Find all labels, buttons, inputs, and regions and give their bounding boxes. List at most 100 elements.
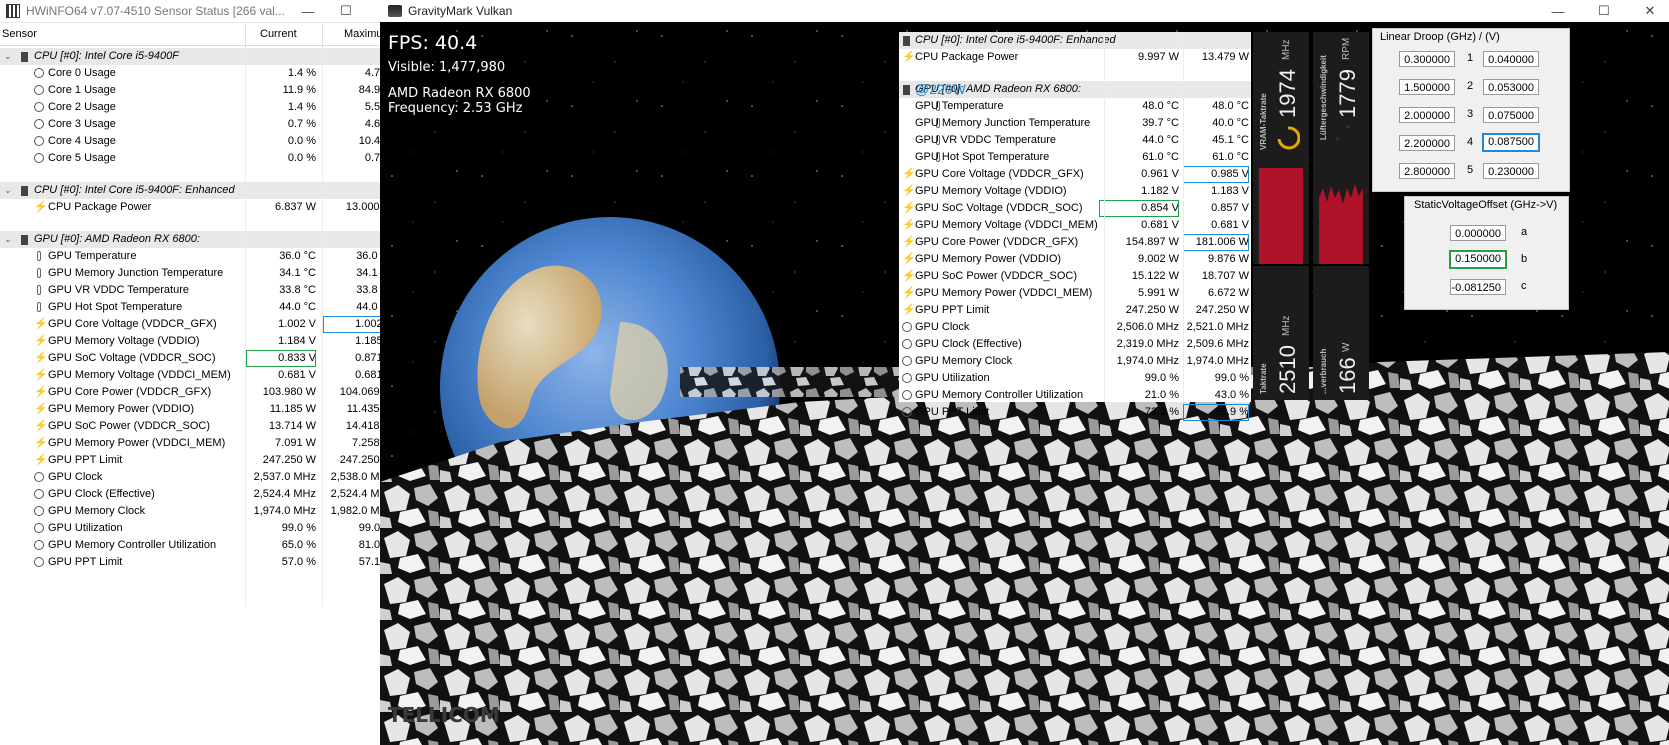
droop-voltage-input[interactable]: 0.087500 [1482,133,1540,152]
sensor-label: GPU Core Power (VDDCR_GFX) [915,236,1079,248]
clock-sensor-icon [34,136,44,146]
sensor-row[interactable]: GPU PPT Limit 73.2 % 88.9 % [899,404,1251,421]
clock-gauge-value: 2510 [1275,345,1300,394]
sensor-row[interactable]: ⚡ GPU PPT Limit 247.250 W 247.250 W [899,302,1251,319]
minimize-icon[interactable]: — [1539,4,1577,19]
chip-icon [903,85,910,95]
minimize-icon[interactable]: — [289,4,327,19]
sensor-row[interactable]: GPU Memory Junction Temperature 39.7 °C 40… [899,115,1251,132]
sensor-row[interactable]: GPU Clock (Effective) 2,319.0 MHz 2,509.6 … [899,336,1251,353]
expand-toggle-icon[interactable]: ⌄ [4,231,12,248]
sensor-row[interactable]: ⚡ GPU Memory Voltage (VDDIO) 1.184 V 1.185 … [0,333,403,350]
droop-ghz-input[interactable]: 2.800000 [1399,163,1455,179]
maximum-value: 48.0 °C [1212,100,1249,112]
offset-input[interactable]: 0.150000 [1449,250,1507,269]
sensor-row[interactable]: GPU Memory Controller Utilization 21.0 % 4… [899,387,1251,404]
sensor-row[interactable]: Core 4 Usage 0.0 % 10.4 % [0,133,403,150]
sensor-row[interactable]: ⚡ GPU Memory Power (VDDCI_MEM) 7.091 W 7.25… [0,435,403,452]
sensor-group-header[interactable]: ⌄ CPU [#0]: Intel Core i5-9400F [0,48,403,65]
sensor-row[interactable]: Core 2 Usage 1.4 % 5.5 % [0,99,403,116]
clock-sensor-icon [34,472,44,482]
sensor-row[interactable]: ⚡ GPU Memory Power (VDDIO) 11.185 W 11.435 … [0,401,403,418]
sensor-row[interactable]: GPU Hot Spot Temperature 61.0 °C 61.0 °C [899,149,1251,166]
sensor-row[interactable]: ⚡ GPU Core Voltage (VDDCR_GFX) 0.961 V 0.98… [899,166,1251,183]
sensor-row[interactable]: ⚡ GPU Memory Voltage (VDDIO) 1.182 V 1.183 … [899,183,1251,200]
sensor-row[interactable]: ⚡ GPU Memory Voltage (VDDCI_MEM) 0.681 V 0.… [0,367,403,384]
sensor-row[interactable]: Core 1 Usage 11.9 % 84.9 % [0,82,403,99]
sensor-group-header[interactable]: GPU [#0]: AMD Radeon RX 6800: @220W [899,81,1251,98]
droop-voltage-input[interactable]: 0.040000 [1483,51,1539,67]
sensor-row[interactable]: GPU Temperature 36.0 °C 36.0 °C [0,248,403,265]
sensor-label: GPU Memory Power (VDDIO) [915,253,1062,265]
col-current[interactable]: Current [260,28,297,40]
sensor-row[interactable]: ⚡ GPU SoC Power (VDDCR_SOC) 13.714 W 14.418… [0,418,403,435]
droop-ghz-input[interactable]: 1.500000 [1399,79,1455,95]
sensor-label: GPU Utilization [48,522,123,534]
expand-toggle-icon[interactable]: ⌄ [4,48,12,65]
gravitymark-titlebar[interactable]: GravityMark Vulkan — ☐ ✕ [380,0,1669,22]
droop-ghz-input[interactable]: 2.200000 [1399,135,1455,151]
maximize-icon[interactable]: ☐ [327,3,365,19]
droop-voltage-input[interactable]: 0.075000 [1483,107,1539,123]
sensor-row[interactable]: GPU Utilization 99.0 % 99.0 % [0,520,403,537]
sensor-row[interactable]: ⚡ GPU Core Power (VDDCR_GFX) 154.897 W 181.… [899,234,1251,251]
sensor-row[interactable]: Core 0 Usage 1.4 % 4.7 % [0,65,403,82]
droop-voltage-input[interactable]: 0.230000 [1483,163,1539,179]
sensor-row[interactable]: GPU Memory Clock 1,974.0 MHz 1,974.0 MHz [899,353,1251,370]
offset-label: b [1521,253,1528,265]
current-value: 1.4 % [287,101,316,113]
sensor-row[interactable]: Core 5 Usage 0.0 % 0.7 % [0,150,403,167]
sensor-label: GPU Temperature [48,250,137,262]
sensor-row[interactable]: ⚡ GPU Core Voltage (VDDCR_GFX) 1.002 V 1.00… [0,316,403,333]
sensor-row[interactable]: GPU Clock (Effective) 2,524.4 MHz 2,524.4 … [0,486,403,503]
col-sensor[interactable]: Sensor [2,28,37,40]
sensor-row[interactable]: ⚡ GPU SoC Voltage (VDDCR_SOC) 0.854 V 0.857… [899,200,1251,217]
sensor-row[interactable]: ⚡ GPU SoC Voltage (VDDCR_SOC) 0.833 V 0.871… [0,350,403,367]
sensor-row[interactable]: GPU Memory Junction Temperature 34.1 °C 34… [0,265,403,282]
sensor-row[interactable]: ⚡ GPU Core Power (VDDCR_GFX) 103.980 W 104.… [0,384,403,401]
current-value: 0.0 % [287,135,316,147]
sensor-row[interactable]: ⚡ GPU SoC Power (VDDCR_SOC) 15.122 W 18.707… [899,268,1251,285]
sensor-row[interactable]: ⚡ GPU Memory Power (VDDCI_MEM) 5.991 W 6.67… [899,285,1251,302]
sensor-group-header[interactable]: ⌄ CPU [#0]: Intel Core i5-9400F: Enhanced [0,182,403,199]
sensor-row[interactable]: ⚡ GPU Memory Voltage (VDDCI_MEM) 0.681 V 0.… [899,217,1251,234]
lightning-icon: ⚡ [902,168,916,180]
hwinfo-titlebar[interactable]: HWiNFO64 v7.07-4510 Sensor Status [266 v… [0,0,403,23]
sensor-row[interactable]: ⚡ CPU Package Power 9.997 W 13.479 W [899,49,1251,66]
sensor-row[interactable]: GPU PPT Limit 57.0 % 57.1 % [0,554,403,571]
droop-ghz-input[interactable]: 0.300000 [1399,51,1455,67]
sensor-row[interactable]: GPU VR VDDC Temperature 33.8 °C 33.8 °C [0,282,403,299]
fan-arc-icon [1336,125,1350,141]
maximize-icon[interactable]: ☐ [1585,3,1623,19]
sensor-row[interactable]: GPU Clock 2,537.0 MHz 2,538.0 MHz [0,469,403,486]
sensor-row[interactable]: GPU Memory Clock 1,974.0 MHz 1,982.0 MHz [0,503,403,520]
sensor-row[interactable]: ⚡ GPU PPT Limit 247.250 W 247.250 W [0,452,403,469]
expand-toggle-icon[interactable]: ⌄ [4,182,12,199]
sensor-row[interactable]: GPU Hot Spot Temperature 44.0 °C 44.0 °C [0,299,403,316]
sensor-group-header[interactable]: ⌄ GPU [#0]: AMD Radeon RX 6800: [0,231,403,248]
droop-ghz-input[interactable]: 2.000000 [1399,107,1455,123]
offset-input[interactable]: -0.081250 [1450,279,1506,295]
lightning-icon: ⚡ [34,318,48,330]
droop-voltage-input[interactable]: 0.053000 [1483,79,1539,95]
sensor-row[interactable]: ⚡ CPU Package Power 6.837 W 13.000 W [0,199,403,216]
thermometer-icon [37,251,41,261]
fan-gauge-unit: RPM [1341,37,1352,60]
clock-sensor-icon [34,68,44,78]
sensor-label: GPU Memory Controller Utilization [915,389,1084,401]
droop-index: 4 [1467,136,1474,148]
sensor-label: GPU PPT Limit [915,406,990,418]
vram-gauge-value: 1974 [1275,69,1300,118]
sensor-row[interactable]: GPU Temperature 48.0 °C 48.0 °C [899,98,1251,115]
sensor-row[interactable]: ⚡ GPU Memory Power (VDDIO) 9.002 W 9.876 W [899,251,1251,268]
sensor-group-header[interactable]: CPU [#0]: Intel Core i5-9400F: Enhanced [899,32,1251,49]
sensor-row[interactable]: GPU Clock 2,506.0 MHz 2,521.0 MHz [899,319,1251,336]
close-icon[interactable]: ✕ [1631,3,1669,19]
offset-input[interactable]: 0.000000 [1450,225,1506,241]
sensor-row[interactable]: GPU Utilization 99.0 % 99.0 % [899,370,1251,387]
sensor-label: GPU Hot Spot Temperature [915,151,1050,163]
clock-sensor-icon [902,390,912,400]
sensor-row[interactable]: GPU Memory Controller Utilization 65.0 % 8… [0,537,403,554]
sensor-row[interactable]: GPU VR VDDC Temperature 44.0 °C 45.1 °C [899,132,1251,149]
sensor-row[interactable]: Core 3 Usage 0.7 % 4.6 % [0,116,403,133]
